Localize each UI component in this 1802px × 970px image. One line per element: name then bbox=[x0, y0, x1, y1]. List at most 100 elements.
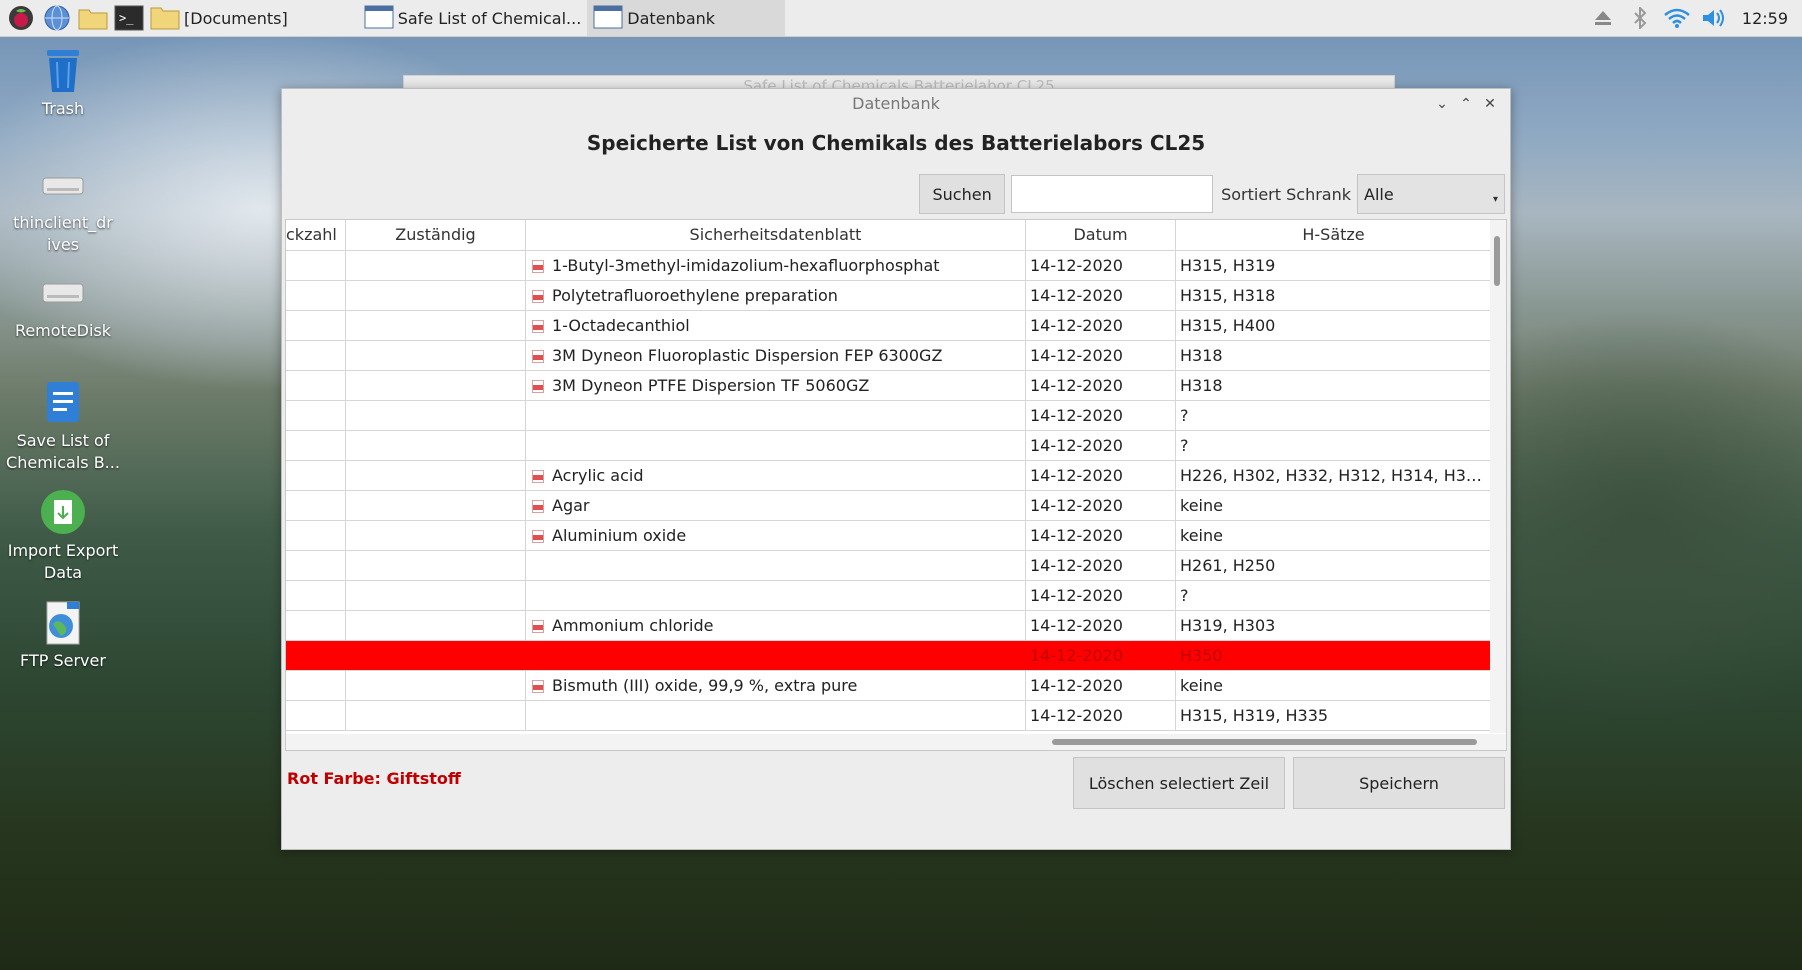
desktop-icon-ftp-server[interactable]: FTP Server bbox=[3, 598, 123, 672]
maximize-icon[interactable]: ⌃ bbox=[1454, 92, 1478, 116]
cell-responsible[interactable] bbox=[346, 491, 526, 520]
cell-date[interactable]: 14-12-2020 bbox=[1026, 491, 1176, 520]
cell-date[interactable]: 14-12-2020 bbox=[1026, 341, 1176, 370]
eject-icon[interactable] bbox=[1589, 4, 1617, 32]
save-button[interactable]: Speichern bbox=[1293, 757, 1505, 809]
cell-responsible[interactable] bbox=[346, 611, 526, 640]
cell-h-phrases[interactable]: H315, H318 bbox=[1176, 281, 1492, 310]
minimize-icon[interactable]: ⌄ bbox=[1430, 92, 1454, 116]
cell-h-phrases[interactable]: H350 bbox=[1176, 641, 1492, 670]
cell-h-phrases[interactable]: H315, H319, H335 bbox=[1176, 701, 1492, 730]
desktop-icon-remotedisk[interactable]: RemoteDisk bbox=[3, 268, 123, 342]
cell-date[interactable]: 14-12-2020 bbox=[1026, 671, 1176, 700]
cell-responsible[interactable] bbox=[346, 311, 526, 340]
pdf-icon[interactable] bbox=[532, 530, 544, 543]
search-input[interactable] bbox=[1011, 175, 1214, 213]
desktop-icon-trash[interactable]: Trash bbox=[3, 46, 123, 120]
cell-h-phrases[interactable]: H261, H250 bbox=[1176, 551, 1492, 580]
cell-datasheet[interactable] bbox=[526, 581, 1026, 610]
desktop-icon-thinclient-drives[interactable]: thinclient_drives bbox=[3, 160, 123, 256]
volume-icon[interactable] bbox=[1700, 4, 1728, 32]
cell-date[interactable]: 14-12-2020 bbox=[1026, 521, 1176, 550]
cell-date[interactable]: 14-12-2020 bbox=[1026, 551, 1176, 580]
table-row[interactable]: 14-12-2020 H315, H319, H335 bbox=[286, 701, 1506, 731]
cell-responsible[interactable] bbox=[346, 251, 526, 280]
cell-h-phrases[interactable]: H315, H400 bbox=[1176, 311, 1492, 340]
table-row[interactable]: Aluminium oxide 14-12-2020 keine bbox=[286, 521, 1506, 551]
clock[interactable]: 12:59 bbox=[1742, 9, 1788, 28]
table-row[interactable]: Polytetrafluoroethylene preparation 14-12… bbox=[286, 281, 1506, 311]
cell-datasheet[interactable] bbox=[526, 431, 1026, 460]
cell-date[interactable]: 14-12-2020 bbox=[1026, 581, 1176, 610]
cell-h-phrases[interactable]: H318 bbox=[1176, 371, 1492, 400]
datasheet-name[interactable]: 3M Dyneon PTFE Dispersion TF 5060GZ bbox=[552, 376, 869, 395]
wifi-icon[interactable] bbox=[1663, 4, 1691, 32]
cell-date[interactable]: 14-12-2020 bbox=[1026, 611, 1176, 640]
cell-datasheet[interactable]: 1-Butyl-3methyl-imidazolium-hexafluorpho… bbox=[526, 251, 1026, 280]
table-row[interactable]: 14-12-2020? bbox=[286, 431, 1506, 461]
column-header[interactable]: Sicherheitsdatenblatt bbox=[526, 220, 1026, 250]
cell-h-phrases[interactable]: H318 bbox=[1176, 341, 1492, 370]
datasheet-name[interactable]: Polytetrafluoroethylene preparation bbox=[552, 286, 838, 305]
table-row[interactable]: Acrylic acid 14-12-2020 H226, H302, H332, … bbox=[286, 461, 1506, 491]
cell-h-phrases[interactable]: H315, H319 bbox=[1176, 251, 1492, 280]
cell-h-phrases[interactable]: ? bbox=[1176, 431, 1492, 460]
cell-number[interactable] bbox=[286, 401, 346, 430]
task-datenbank[interactable]: Datenbank bbox=[587, 0, 786, 36]
table-row[interactable]: Agar 14-12-2020 keine bbox=[286, 491, 1506, 521]
chemicals-table[interactable]: ckzahl Zuständig Sicherheitsdatenblatt D… bbox=[285, 219, 1507, 751]
table-row[interactable]: 14-12-2020? bbox=[286, 401, 1506, 431]
cell-number[interactable] bbox=[286, 311, 346, 340]
cell-date[interactable]: 14-12-2020 bbox=[1026, 401, 1176, 430]
table-row[interactable]: 14-12-2020 H261, H250 bbox=[286, 551, 1506, 581]
cell-number[interactable] bbox=[286, 281, 346, 310]
cell-date[interactable]: 14-12-2020 bbox=[1026, 431, 1176, 460]
cell-h-phrases[interactable]: ? bbox=[1176, 401, 1492, 430]
horizontal-scrollbar[interactable] bbox=[286, 734, 1506, 750]
sort-dropdown[interactable]: Alle ▾ bbox=[1357, 174, 1505, 214]
cell-datasheet[interactable] bbox=[526, 641, 1026, 670]
cell-datasheet[interactable] bbox=[526, 401, 1026, 430]
cell-responsible[interactable] bbox=[346, 341, 526, 370]
cell-number[interactable] bbox=[286, 581, 346, 610]
cell-h-phrases[interactable]: keine bbox=[1176, 491, 1492, 520]
datasheet-name[interactable]: 1-Octadecanthiol bbox=[552, 316, 690, 335]
datasheet-name[interactable]: Ammonium chloride bbox=[552, 616, 714, 635]
cell-responsible[interactable] bbox=[346, 461, 526, 490]
pdf-icon[interactable] bbox=[532, 320, 544, 333]
table-row[interactable]: 1-Butyl-3methyl-imidazolium-hexafluorpho… bbox=[286, 251, 1506, 281]
cell-datasheet[interactable]: Bismuth (III) oxide, 99,9 %, extra pure bbox=[526, 671, 1026, 700]
cell-datasheet[interactable]: Agar bbox=[526, 491, 1026, 520]
pdf-icon[interactable] bbox=[532, 380, 544, 393]
pdf-icon[interactable] bbox=[532, 470, 544, 483]
cell-responsible[interactable] bbox=[346, 701, 526, 730]
cell-datasheet[interactable] bbox=[526, 551, 1026, 580]
cell-date[interactable]: 14-12-2020 bbox=[1026, 701, 1176, 730]
datasheet-name[interactable]: Aluminium oxide bbox=[552, 526, 686, 545]
desktop-icon-save-list[interactable]: Save List of Chemicals B... bbox=[3, 378, 123, 474]
cell-date[interactable]: 14-12-2020 bbox=[1026, 251, 1176, 280]
cell-number[interactable] bbox=[286, 671, 346, 700]
datasheet-name[interactable]: Acrylic acid bbox=[552, 466, 643, 485]
datasheet-name[interactable]: Agar bbox=[552, 496, 589, 515]
cell-number[interactable] bbox=[286, 701, 346, 730]
pdf-icon[interactable] bbox=[532, 500, 544, 513]
cell-responsible[interactable] bbox=[346, 521, 526, 550]
cell-responsible[interactable] bbox=[346, 641, 526, 670]
cell-h-phrases[interactable]: H319, H303 bbox=[1176, 611, 1492, 640]
scrollbar-thumb[interactable] bbox=[1052, 739, 1477, 745]
table-row[interactable]: 3M Dyneon Fluoroplastic Dispersion FEP 6… bbox=[286, 341, 1506, 371]
cell-h-phrases[interactable]: ? bbox=[1176, 581, 1492, 610]
cell-date[interactable]: 14-12-2020 bbox=[1026, 461, 1176, 490]
vertical-scrollbar[interactable] bbox=[1490, 220, 1506, 733]
raspberry-menu-icon[interactable] bbox=[6, 3, 36, 33]
cell-number[interactable] bbox=[286, 611, 346, 640]
cell-datasheet[interactable]: 1-Octadecanthiol bbox=[526, 311, 1026, 340]
cell-number[interactable] bbox=[286, 371, 346, 400]
cell-number[interactable] bbox=[286, 551, 346, 580]
cell-datasheet[interactable]: 3M Dyneon PTFE Dispersion TF 5060GZ bbox=[526, 371, 1026, 400]
cell-date[interactable]: 14-12-2020 bbox=[1026, 641, 1176, 670]
bluetooth-icon[interactable] bbox=[1626, 4, 1654, 32]
table-row[interactable]: Ammonium chloride 14-12-2020 H319, H303 bbox=[286, 611, 1506, 641]
close-icon[interactable]: ✕ bbox=[1478, 92, 1502, 116]
